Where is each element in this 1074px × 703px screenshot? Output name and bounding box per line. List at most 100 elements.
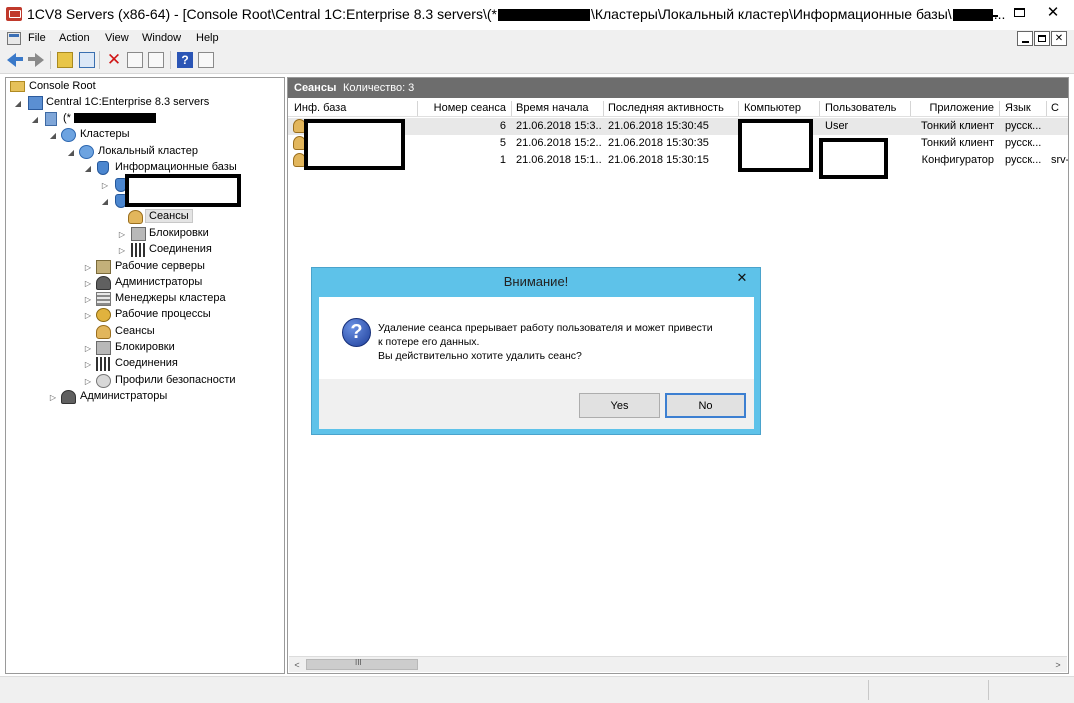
expand-icon[interactable]: ▷ bbox=[84, 295, 92, 304]
horizontal-scrollbar[interactable]: < III > bbox=[289, 656, 1067, 672]
cell-extra: srv- bbox=[1051, 154, 1068, 166]
column-header-last-activity[interactable]: Последняя активность bbox=[608, 102, 724, 114]
expand-icon[interactable]: ▷ bbox=[118, 230, 126, 239]
column-header-start-time[interactable]: Время начала bbox=[516, 102, 588, 114]
locks-icon bbox=[131, 227, 146, 241]
tree-label: Соединения bbox=[115, 357, 178, 369]
work-servers-icon bbox=[96, 260, 111, 274]
table-row[interactable]: 1 21.06.2018 15:1... 21.06.2018 15:30:15… bbox=[288, 152, 1068, 169]
clusters-icon bbox=[61, 128, 76, 142]
maximize-button[interactable] bbox=[1004, 1, 1034, 23]
column-header-computer[interactable]: Компьютер bbox=[744, 102, 801, 114]
question-icon: ? bbox=[342, 318, 371, 347]
database-icon bbox=[97, 161, 109, 175]
collapse-icon[interactable]: ◢ bbox=[84, 164, 92, 173]
collapse-icon[interactable]: ◢ bbox=[49, 131, 57, 140]
status-separator bbox=[988, 680, 989, 700]
message-line: Удаление сеанса прерывает работу пользов… bbox=[378, 322, 713, 334]
redacted-infobase-names bbox=[125, 174, 241, 207]
expand-icon[interactable]: ▷ bbox=[84, 360, 92, 369]
menu-file[interactable]: File bbox=[28, 32, 46, 44]
title-prefix: 1CV8 Servers (x86-64) - [Console Root\Ce… bbox=[27, 6, 497, 22]
up-one-level-button[interactable] bbox=[57, 52, 73, 68]
table-row[interactable]: 5 21.06.2018 15:2... 21.06.2018 15:30:35… bbox=[288, 135, 1068, 152]
maximize-icon bbox=[1013, 7, 1025, 17]
expand-icon[interactable]: ▷ bbox=[118, 246, 126, 255]
export-list-button[interactable] bbox=[148, 52, 164, 68]
column-header-user[interactable]: Пользователь bbox=[825, 102, 896, 114]
back-button[interactable] bbox=[7, 52, 23, 68]
forward-button[interactable] bbox=[28, 52, 44, 68]
tree-label: Central 1C:Enterprise 8.3 servers bbox=[46, 96, 210, 108]
column-header-language[interactable]: Язык bbox=[1005, 102, 1031, 114]
collapse-icon[interactable]: ◢ bbox=[31, 115, 39, 124]
expand-icon[interactable]: ▷ bbox=[101, 181, 109, 190]
scroll-grip: III bbox=[355, 658, 362, 667]
column-header-application[interactable]: Приложение bbox=[911, 102, 994, 114]
collapse-icon[interactable]: ◢ bbox=[14, 99, 22, 108]
scroll-thumb[interactable]: III bbox=[306, 658, 418, 670]
column-separator[interactable] bbox=[819, 101, 820, 116]
collapse-icon[interactable]: ◢ bbox=[67, 148, 75, 157]
menu-action[interactable]: Action bbox=[59, 32, 90, 44]
menu-help[interactable]: Help bbox=[196, 32, 219, 44]
help-icon: ? bbox=[181, 53, 189, 67]
dialog-message-area: ? Удаление сеанса прерывает работу польз… bbox=[319, 297, 754, 379]
status-bar bbox=[0, 676, 1074, 703]
expand-icon[interactable]: ▷ bbox=[84, 311, 92, 320]
restore-icon bbox=[1038, 35, 1046, 42]
title-middle: \Кластеры\Локальный кластер\Информационн… bbox=[590, 6, 952, 22]
child-close-button[interactable]: ✕ bbox=[1051, 31, 1067, 46]
delete-button[interactable]: ✕ bbox=[106, 51, 122, 68]
menu-window[interactable]: Window bbox=[142, 32, 181, 44]
table-row[interactable]: 6 21.06.2018 15:3... 21.06.2018 15:30:45… bbox=[288, 118, 1068, 135]
cell-last-activity: 21.06.2018 15:30:35 bbox=[608, 137, 709, 149]
expand-icon[interactable]: ▷ bbox=[84, 263, 92, 272]
no-button[interactable]: No bbox=[665, 393, 746, 418]
tree-label: Рабочие процессы bbox=[115, 308, 211, 320]
dialog-close-button[interactable]: ✕ bbox=[730, 269, 754, 286]
show-hide-tree-button[interactable] bbox=[79, 52, 95, 68]
properties-button[interactable] bbox=[127, 52, 143, 68]
minimize-icon bbox=[1021, 40, 1029, 43]
cell-application: Конфигуратор bbox=[921, 154, 994, 166]
column-header-session-number[interactable]: Номер сеанса bbox=[418, 102, 506, 114]
tree-label: Локальный кластер bbox=[98, 145, 198, 157]
show-action-pane-button[interactable] bbox=[198, 52, 214, 68]
child-minimize-button[interactable] bbox=[1017, 31, 1033, 46]
scroll-right-button[interactable]: > bbox=[1050, 657, 1066, 672]
mmc-window-icon[interactable] bbox=[7, 32, 21, 45]
column-separator[interactable] bbox=[999, 101, 1000, 116]
cell-start-time: 21.06.2018 15:2... bbox=[516, 137, 601, 149]
locks-icon bbox=[96, 341, 111, 355]
cell-application: Тонкий клиент bbox=[921, 137, 994, 149]
dialog-title: Внимание! bbox=[503, 274, 569, 289]
title-bar: 1CV8 Servers (x86-64) - [Console Root\Ce… bbox=[0, 0, 1074, 30]
column-header-extra[interactable]: С bbox=[1051, 102, 1059, 114]
column-separator[interactable] bbox=[1046, 101, 1047, 116]
folder-icon bbox=[10, 81, 25, 92]
expand-icon[interactable]: ▷ bbox=[84, 377, 92, 386]
expand-icon[interactable]: ▷ bbox=[84, 344, 92, 353]
console-tree[interactable]: Console Root ◢ Central 1C:Enterprise 8.3… bbox=[5, 77, 285, 674]
menu-view[interactable]: View bbox=[105, 32, 129, 44]
tree-label: Соединения bbox=[149, 243, 212, 255]
expand-icon[interactable]: ▷ bbox=[84, 279, 92, 288]
close-icon: ✕ bbox=[1046, 4, 1060, 21]
cluster-managers-icon bbox=[96, 292, 111, 306]
close-button[interactable]: ✕ bbox=[1034, 1, 1072, 23]
yes-button[interactable]: Yes bbox=[579, 393, 660, 418]
collapse-icon[interactable]: ◢ bbox=[101, 197, 109, 206]
child-restore-button[interactable] bbox=[1034, 31, 1050, 46]
column-separator[interactable] bbox=[738, 101, 739, 116]
cell-session-number: 5 bbox=[499, 137, 506, 149]
expand-icon[interactable]: ▷ bbox=[49, 393, 57, 402]
cell-start-time: 21.06.2018 15:3... bbox=[516, 120, 601, 132]
column-separator[interactable] bbox=[603, 101, 604, 116]
help-button[interactable]: ? bbox=[177, 52, 193, 68]
column-header-infobase[interactable]: Инф. база bbox=[294, 102, 346, 114]
app-icon[interactable] bbox=[6, 7, 22, 21]
redacted-infobase-cells bbox=[304, 119, 405, 170]
column-separator[interactable] bbox=[511, 101, 512, 116]
scroll-left-button[interactable]: < bbox=[289, 657, 305, 672]
